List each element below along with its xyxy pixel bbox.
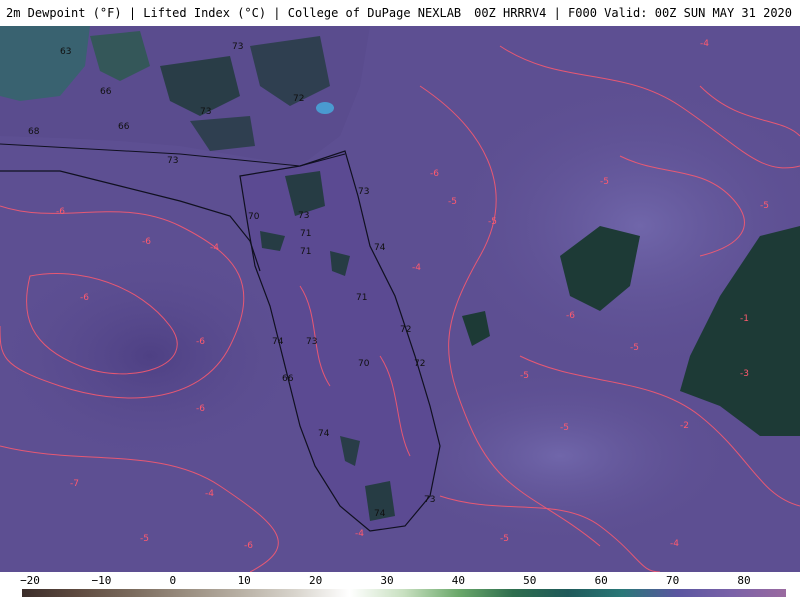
dewpoint-label: 66: [282, 374, 294, 384]
lifted-index-label: -3: [740, 369, 749, 379]
lifted-index-label: -4: [412, 263, 421, 273]
colorbar-tick: 50: [523, 574, 537, 587]
dewpoint-label: 74: [318, 429, 330, 439]
dewpoint-label: 72: [414, 359, 425, 369]
lifted-index-label: -5: [500, 534, 509, 544]
valid-time: 00Z HRRRV4 | F000 Valid: 00Z SUN MAY 31 …: [474, 6, 792, 20]
lifted-index-label: -6: [430, 169, 439, 179]
colorbar-gradient: [22, 589, 786, 597]
colorbar-tick: −10: [91, 574, 112, 587]
lifted-index-label: -5: [448, 197, 457, 207]
lifted-index-label: -4: [355, 529, 364, 539]
lifted-index-label: -6: [80, 293, 89, 303]
dewpoint-label: 73: [424, 495, 435, 505]
colorbar: −20 −10 0 10 20 30 40 50 60 70 80: [0, 572, 800, 600]
map-canvas: 63 66 73 68 72 66 73 73 73 73 70 73 71 7…: [0, 26, 800, 572]
lifted-index-label: -5: [760, 201, 769, 211]
dewpoint-label: 66: [100, 87, 112, 97]
dewpoint-label: 70: [358, 359, 370, 369]
dewpoint-label: 73: [200, 107, 211, 117]
lifted-index-label: -5: [488, 217, 497, 227]
dewpoint-label: 63: [60, 47, 71, 57]
weather-map: 63 66 73 68 72 66 73 73 73 73 70 73 71 7…: [0, 26, 800, 572]
dewpoint-label: 73: [298, 211, 309, 221]
dewpoint-label: 72: [293, 94, 304, 104]
dewpoint-label: 74: [374, 509, 386, 519]
colorbar-tick: 20: [308, 574, 323, 587]
colorbar-tick: 80: [737, 574, 751, 587]
dewpoint-label: 74: [272, 337, 284, 347]
lifted-index-label: -6: [566, 311, 575, 321]
lifted-index-label: -6: [244, 541, 253, 551]
colorbar-tick: 40: [451, 574, 466, 587]
lifted-index-label: -6: [142, 237, 151, 247]
colorbar-tick: 70: [665, 574, 680, 587]
lifted-index-label: -4: [210, 243, 219, 253]
lifted-index-label: -4: [205, 489, 214, 499]
lifted-index-label: -5: [600, 177, 609, 187]
lifted-index-label: -5: [560, 423, 569, 433]
lifted-index-label: -2: [680, 421, 689, 431]
dewpoint-label: 73: [167, 156, 178, 166]
dewpoint-label: 71: [300, 247, 311, 257]
dewpoint-label: 70: [248, 212, 260, 222]
lifted-index-label: -7: [70, 479, 79, 489]
colorbar-tick: 10: [237, 574, 251, 587]
dewpoint-label: 72: [400, 325, 411, 335]
dewpoint-label: 66: [118, 122, 130, 132]
lifted-index-label: -4: [700, 39, 709, 49]
colorbar-tick: 0: [169, 574, 177, 587]
lifted-index-label: -1: [740, 314, 749, 324]
lifted-index-label: -6: [56, 207, 65, 217]
dewpoint-label: 68: [28, 127, 40, 137]
colorbar-tick: 60: [594, 574, 608, 587]
dewpoint-label: 71: [300, 229, 311, 239]
dewpoint-label: 73: [232, 42, 243, 52]
lifted-index-label: -5: [520, 371, 529, 381]
lifted-index-label: -6: [196, 404, 205, 414]
colorbar-tick: 30: [380, 574, 394, 587]
blue-dewpoint-spot: [316, 102, 334, 114]
colorbar-tick: −20: [20, 574, 40, 587]
lifted-index-label: -6: [196, 337, 205, 347]
lifted-index-label: -4: [670, 539, 679, 549]
dewpoint-label: 74: [374, 243, 386, 253]
dewpoint-label: 73: [358, 187, 369, 197]
lifted-index-label: -5: [140, 534, 149, 544]
dewpoint-label: 71: [356, 293, 367, 303]
lifted-index-label: -5: [630, 343, 639, 353]
map-header: 2m Dewpoint (°F) | Lifted Index (°C) | C…: [0, 0, 800, 26]
dewpoint-label: 73: [306, 337, 317, 347]
product-title: 2m Dewpoint (°F) | Lifted Index (°C) | C…: [6, 6, 462, 20]
